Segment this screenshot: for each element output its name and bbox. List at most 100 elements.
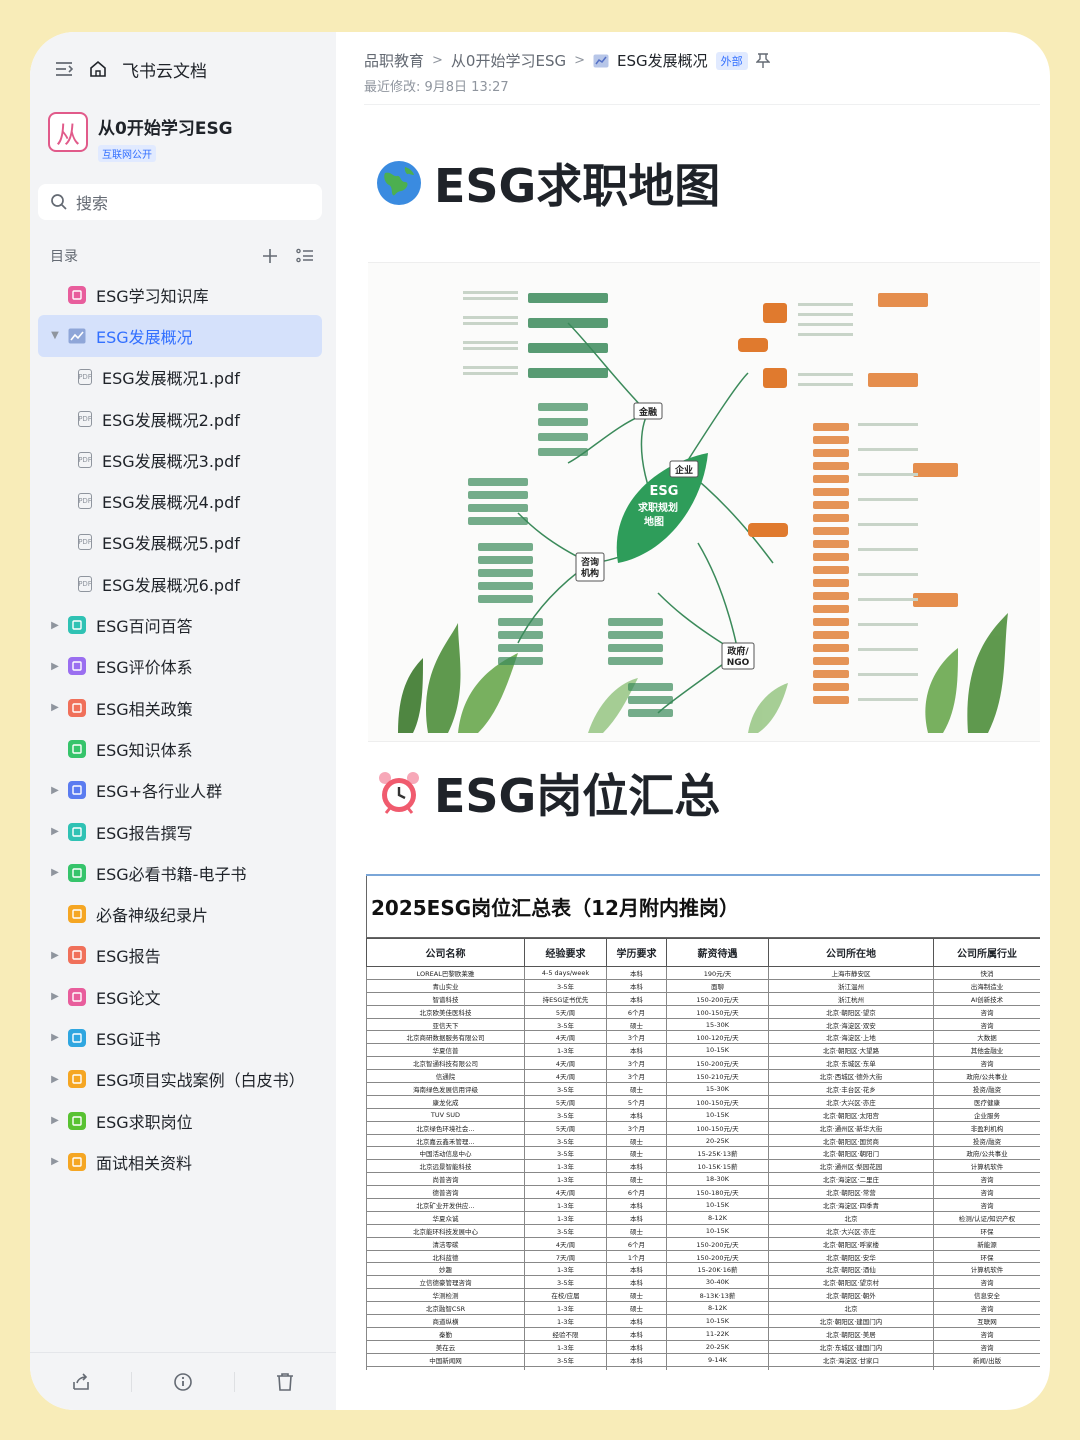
toc-item[interactable]: ▶ ESG必看书籍-电子书 — [38, 852, 322, 893]
table-cell: 1-3年 — [524, 1210, 607, 1225]
table-cell: 政府/公共事业 — [933, 1069, 1040, 1084]
table-cell: 咨询 — [933, 1339, 1040, 1354]
toc-file-item[interactable]: PDF ESG发展概况3.pdf — [38, 439, 322, 480]
space-avatar: 从 — [48, 112, 88, 152]
chevron-right-icon[interactable]: ▶ — [48, 867, 62, 878]
table-cell: 北京商研数据服务有限公司 — [366, 1030, 525, 1045]
table-cell: 企业服务 — [933, 1107, 1040, 1122]
toc-item[interactable]: ▼ ESG发展概况 — [38, 315, 322, 357]
table-cell: 北京·海淀区·四季青 — [768, 1198, 934, 1212]
pin-icon[interactable] — [755, 52, 770, 69]
list-settings-icon[interactable] — [296, 248, 314, 264]
chevron-right-icon[interactable]: ▶ — [48, 826, 62, 837]
table-cell: 北京嘉云鑫禾管理... — [366, 1133, 525, 1148]
chevron-right-icon[interactable]: ▶ — [48, 702, 62, 713]
jobs-table[interactable]: 2025ESG岗位汇总表（12月附内推岗） 公司名称 经验要求 学历要求 薪资待遇 公司… — [366, 874, 1040, 1370]
chevron-down-icon[interactable]: ▼ — [48, 330, 62, 341]
share-icon[interactable] — [70, 1371, 92, 1393]
alarm-clock-icon — [374, 768, 424, 818]
info-icon[interactable] — [172, 1371, 194, 1393]
toc-item[interactable]: ▶ ESG项目实战案例（白皮书） — [38, 1059, 322, 1100]
toc-file-item[interactable]: PDF ESG发展概况5.pdf — [38, 522, 322, 563]
table-row: 北京嘉云鑫禾管理... 3-5年 硕士 20-25K 北京·朝阳区·国贸商 投资/融资 — [366, 1133, 1040, 1148]
chevron-right-icon[interactable]: ▶ — [48, 661, 62, 672]
doc-icon — [68, 285, 86, 304]
add-icon[interactable] — [262, 248, 278, 264]
esg-career-map[interactable]: ESG 求职规划 地图 金融 企业 咨询 机构 政府/ NGO — [368, 262, 1040, 742]
divider — [233, 1371, 235, 1392]
table-cell: 环保 — [933, 1249, 1040, 1264]
toc-item-label: 面试相关资料 — [96, 1153, 193, 1173]
table-cell: 咨询 — [933, 1198, 1040, 1212]
table-cell: 本科 — [606, 991, 667, 1006]
doc-icon — [68, 1152, 86, 1171]
chevron-right-icon[interactable]: ▶ — [48, 785, 62, 796]
chevron-right-icon[interactable]: ▶ — [48, 1032, 62, 1043]
table-cell: 中国新闻网 — [366, 1352, 525, 1367]
table-cell: 咨询 — [933, 1326, 1040, 1341]
map-node-ngo: NGO — [727, 658, 750, 668]
mind-map-graphic: ESG 求职规划 地图 金融 企业 咨询 机构 政府/ NGO — [398, 291, 1008, 733]
toc-file-item[interactable]: PDF ESG发展概况1.pdf — [38, 357, 322, 398]
table-cell: 本科 — [606, 1262, 667, 1277]
table-cell: 北京·朝阳区·大望路 — [768, 1043, 934, 1058]
chevron-right-icon[interactable]: ▶ — [48, 620, 62, 631]
column-header: 公司所在地 — [768, 938, 934, 967]
chevron-right-icon[interactable]: ▶ — [48, 991, 62, 1002]
toc-file-item[interactable]: PDF ESG发展概况6.pdf — [38, 563, 322, 604]
home-icon[interactable] — [88, 59, 108, 79]
table-cell: 北京 — [768, 1301, 934, 1316]
space-header[interactable]: 从 从0开始学习ESG 互联网公开 — [48, 112, 233, 162]
toc-item-label: ESG发展概况2.pdf — [102, 410, 240, 430]
toc-file-item[interactable]: PDF ESG发展概况2.pdf — [38, 398, 322, 439]
table-cell: 本科 — [606, 1326, 667, 1341]
table-cell: 北京能环科技发展中心 — [366, 1223, 525, 1238]
table-row: 华夏众诚 1-3年 本科 8-12K 北京 检测/认证/知识产权 — [366, 1210, 1040, 1225]
table-cell: 5天/周 — [524, 1120, 607, 1135]
toc-item[interactable]: ESG知识体系 — [38, 728, 322, 769]
chart-doc-icon — [68, 327, 86, 345]
toc-item[interactable]: ▶ ESG论文 — [38, 976, 322, 1017]
table-cell: 5个月 — [606, 1094, 667, 1109]
collapse-sidebar-icon[interactable] — [54, 59, 74, 79]
table-cell: 硕士 — [606, 1082, 667, 1096]
table-row: 北京矿业开发供应... 1-3年 本科 10-15K 北京·海淀区·四季青 咨询 — [366, 1198, 1040, 1212]
app-brand[interactable]: 飞书云文档 — [122, 57, 207, 82]
column-header: 经验要求 — [524, 938, 607, 967]
chevron-right-icon[interactable]: ▶ — [48, 1074, 62, 1085]
table-cell: 计算机软件 — [933, 1159, 1040, 1174]
table-cell: 出海制造业 — [933, 978, 1040, 993]
trash-icon[interactable] — [274, 1371, 296, 1393]
toc-item[interactable]: ▶ ESG相关政策 — [38, 687, 322, 728]
toc-item[interactable]: 必备神级纪录片 — [38, 893, 322, 934]
table-cell: 本科 — [606, 1352, 667, 1367]
breadcrumb-item[interactable]: 品职教育 — [364, 50, 424, 71]
breadcrumb-current[interactable]: ESG发展概况 — [617, 50, 708, 71]
table-cell: 大数据 — [933, 1030, 1040, 1045]
breadcrumb-item[interactable]: 从0开始学习ESG — [451, 50, 566, 71]
chevron-right-icon[interactable]: ▶ — [48, 950, 62, 961]
toc-item[interactable]: ▶ ESG百问百答 — [38, 604, 322, 645]
toc-item[interactable]: ▶ ESG+各行业人群 — [38, 770, 322, 811]
toc-item[interactable]: ▶ ESG求职岗位 — [38, 1100, 322, 1141]
table-cell: 北京融智CSR — [366, 1301, 525, 1316]
table-cell: 本科 — [606, 1198, 667, 1212]
toc-item[interactable]: ▶ ESG评价体系 — [38, 646, 322, 687]
toc-item-label: ESG相关政策 — [96, 699, 193, 719]
toc-item[interactable]: ▶ ESG报告 — [38, 935, 322, 976]
toc-item[interactable]: ▶ ESG报告撰写 — [38, 811, 322, 852]
table-row: 北京能环科技发展中心 3-5年 硕士 10-15K 北京·大兴区·亦庄 环保 — [366, 1223, 1040, 1238]
chevron-right-icon[interactable]: ▶ — [48, 1115, 62, 1126]
table-cell: 4天/周 — [524, 1185, 607, 1200]
search-input[interactable]: 搜索 — [38, 184, 322, 220]
toc-item-label: ESG发展概况1.pdf — [102, 369, 240, 389]
table-cell: 海南绿色发展信用评级 — [366, 1082, 525, 1096]
table-cell: 本科 — [606, 1159, 667, 1174]
table-row: SGS1-3年本科12-20K北京·海淀区·魏大桥检测/认证/知识产权 — [366, 1365, 1040, 1370]
toc-item[interactable]: ▶ ESG证书 — [38, 1017, 322, 1058]
toc-item[interactable]: ESG学习知识库 — [38, 274, 322, 315]
toc-item[interactable]: ▶ 面试相关资料 — [38, 1141, 322, 1182]
table-cell: 投资/融资 — [933, 1082, 1040, 1096]
chevron-right-icon[interactable]: ▶ — [48, 1156, 62, 1167]
toc-file-item[interactable]: PDF ESG发展概况4.pdf — [38, 480, 322, 521]
